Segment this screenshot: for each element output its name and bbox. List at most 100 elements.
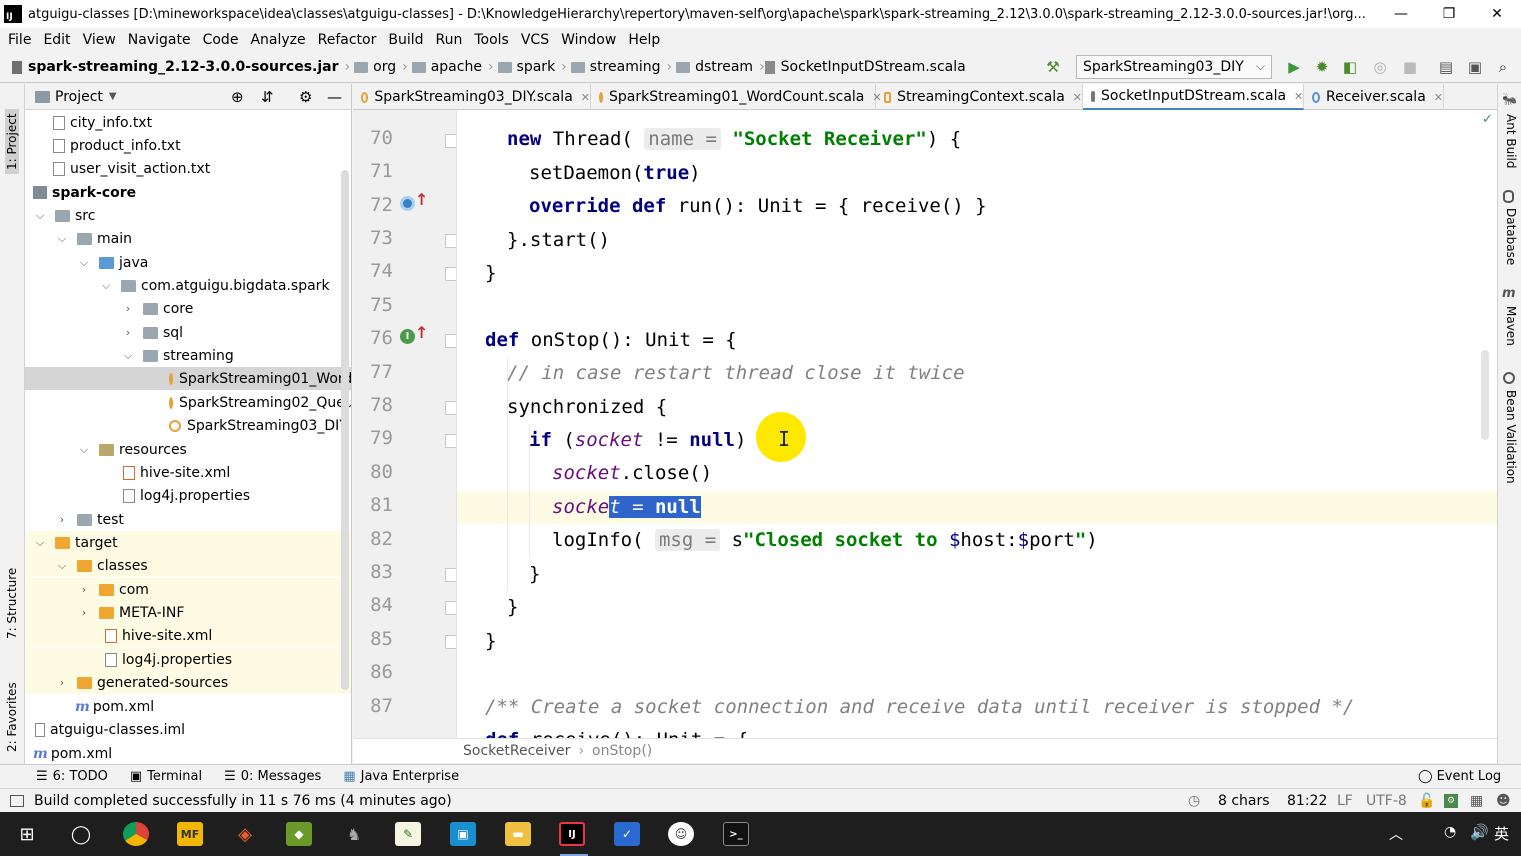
caret-position[interactable]: 81:22 (1287, 793, 1327, 809)
coverage-icon[interactable]: ◧ (1341, 58, 1359, 76)
chevron-right-icon[interactable]: › (77, 606, 91, 619)
tree-item[interactable]: spark-core (25, 181, 351, 204)
chrome-icon[interactable] (123, 822, 149, 846)
chevron-down-icon[interactable]: ⌵ (33, 536, 47, 550)
implements-method-icon[interactable]: I (400, 329, 415, 344)
tool-java-enterprise[interactable]: ▦ Java Enterprise (343, 769, 459, 784)
tree-item[interactable]: user_visit_action.txt (25, 157, 351, 180)
notepad-icon[interactable]: ✎ (395, 822, 421, 846)
menu-build[interactable]: Build (382, 32, 429, 48)
override-method-icon[interactable] (400, 196, 415, 211)
menu-view[interactable]: View (77, 32, 122, 48)
tree-item[interactable]: city_info.txt (25, 111, 351, 134)
tree-item[interactable]: ⌵ resources (25, 438, 351, 461)
menu-run[interactable]: Run (430, 32, 469, 48)
tree-item[interactable]: ⌵ classes (25, 554, 351, 577)
chevron-down-icon[interactable]: ▼ (109, 91, 117, 102)
collapse-all-icon[interactable]: ⇵ (261, 88, 274, 106)
breadcrumb-method[interactable]: onStop() (592, 743, 652, 759)
menu-file[interactable]: File (2, 32, 37, 48)
tab-streamingcontext[interactable]: StreamingContext.scala ✕ (876, 84, 1083, 110)
nav-crumb-dstream[interactable]: dstream › (672, 59, 765, 75)
chevron-down-icon[interactable]: ⌵ (99, 279, 113, 293)
tree-item[interactable]: log4j.properties (25, 648, 351, 671)
wifi-icon[interactable]: ◔ (1444, 824, 1456, 840)
tool-tab-structure[interactable]: 7: Structure (5, 568, 19, 639)
tree-item[interactable]: › core (25, 297, 351, 320)
tool-app-icon[interactable]: ♞ (341, 822, 367, 846)
hide-panel-icon[interactable]: — (327, 88, 342, 106)
menu-help[interactable]: Help (622, 32, 666, 48)
close-button[interactable]: ✕ (1473, 0, 1521, 28)
tool-tab-project[interactable]: 1: Project (5, 109, 19, 174)
nav-crumb-file[interactable]: SocketInputDStream.scala (764, 59, 966, 75)
volume-icon[interactable]: 🔊 (1470, 823, 1489, 841)
toggle-tool-windows-icon[interactable] (10, 794, 24, 807)
tab-socketinputdstream[interactable]: SocketInputDStream.scala ✕ (1083, 84, 1304, 110)
tree-item[interactable]: log4j.properties (25, 484, 351, 507)
tree-item[interactable]: ⌵ target (25, 531, 351, 554)
cortana-icon[interactable]: ◯ (68, 822, 94, 846)
close-tab-icon[interactable]: ✕ (1073, 91, 1082, 104)
tree-item[interactable]: › test (25, 508, 351, 531)
tree-item[interactable]: m pom.xml (25, 742, 351, 764)
menu-window[interactable]: Window (555, 32, 622, 48)
lock-icon[interactable]: 🔓 (1418, 793, 1435, 809)
fold-marker[interactable] (445, 267, 456, 281)
tree-item[interactable]: SparkStreaming02_Queue (25, 391, 351, 414)
menu-edit[interactable]: Edit (37, 32, 76, 48)
qq-icon[interactable]: ☺ (668, 822, 694, 846)
close-tab-icon[interactable]: ✕ (1434, 91, 1443, 104)
chevron-down-icon[interactable]: ⌵ (55, 559, 69, 573)
layout-icon[interactable]: ▣ (1466, 58, 1484, 76)
tab-sparkstreaming01[interactable]: SparkStreaming01_WordCount.scala ✕ (591, 84, 882, 110)
chevron-right-icon[interactable]: › (121, 326, 135, 339)
file-encoding[interactable]: UTF-8 (1366, 793, 1407, 809)
project-view-selector[interactable]: Project (55, 89, 103, 105)
file-explorer-icon[interactable]: ▬ (505, 822, 531, 846)
windows-start-icon[interactable]: ⊞ (14, 822, 40, 846)
tree-item[interactable]: hive-site.xml (25, 624, 351, 647)
maximize-button[interactable]: ❐ (1425, 0, 1473, 28)
chevron-right-icon[interactable]: › (121, 302, 135, 315)
tool-todo[interactable]: ☰ 6: TODO (36, 769, 108, 784)
memory-indicator-icon[interactable]: ▦ (1470, 793, 1483, 809)
editor-scrollbar[interactable] (1481, 350, 1489, 440)
run-configuration-dropdown[interactable]: SparkStreaming03_DIY ⌵ (1076, 55, 1272, 79)
chevron-right-icon[interactable]: › (77, 583, 91, 596)
profile-icon[interactable]: ◎ (1371, 58, 1389, 76)
fold-marker[interactable] (445, 401, 456, 415)
tool-terminal[interactable]: ▣ Terminal (130, 769, 202, 784)
tree-item[interactable]: › sql (25, 321, 351, 344)
tool-tab-maven[interactable]: Maven (1504, 306, 1518, 346)
git-icon[interactable]: ◈ (232, 822, 258, 846)
menu-tools[interactable]: Tools (468, 32, 515, 48)
project-structure-icon[interactable]: ▤ (1437, 58, 1455, 76)
run-icon[interactable]: ▶ (1285, 58, 1303, 76)
nav-crumb-streaming[interactable]: streaming › (567, 59, 672, 75)
menu-analyze[interactable]: Analyze (244, 32, 311, 48)
fold-marker[interactable] (445, 134, 456, 148)
tree-item[interactable]: › META-INF (25, 601, 351, 624)
tool-tab-bean-validation[interactable]: Bean Validation (1504, 390, 1518, 484)
line-separator[interactable]: LF (1337, 793, 1353, 809)
hector-icon[interactable]: ☻ (1496, 793, 1511, 809)
fold-marker[interactable] (445, 334, 456, 348)
breadcrumb-class[interactable]: SocketReceiver (463, 743, 570, 759)
fold-marker[interactable] (445, 635, 456, 649)
project-scrollbar[interactable] (341, 170, 349, 690)
tool-tab-ant-build[interactable]: Ant Build (1504, 114, 1518, 168)
nav-crumb-apache[interactable]: apache › (408, 59, 494, 75)
chevron-down-icon[interactable]: ⌵ (77, 443, 91, 457)
debug-icon[interactable]: ✹ (1313, 58, 1331, 76)
locate-target-icon[interactable]: ⊕ (231, 88, 244, 106)
nav-crumb-org[interactable]: org › (350, 59, 408, 75)
tree-item[interactable]: ⌵ main (25, 227, 351, 250)
code-editor[interactable]: new Thread( name = "Socket Receiver") { … (457, 110, 1497, 738)
nav-crumb-spark[interactable]: spark › (494, 59, 567, 75)
navicat-icon[interactable]: ◆ (286, 822, 312, 846)
fold-marker[interactable] (445, 568, 456, 582)
intellij-taskbar-icon[interactable]: IJ (559, 822, 585, 846)
tree-item[interactable]: SparkStreaming03_DIY (25, 414, 351, 437)
tree-item[interactable]: › generated-sources (25, 671, 351, 694)
